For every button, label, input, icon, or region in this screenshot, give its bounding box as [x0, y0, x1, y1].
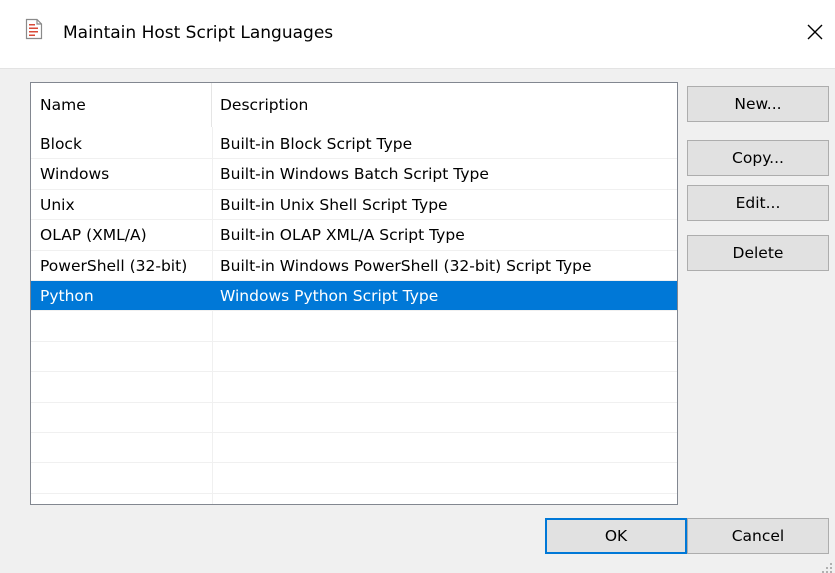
list-row-selected[interactable]: Python Windows Python Script Type [31, 280, 677, 312]
row-description: Built-in Unix Shell Script Type [220, 195, 448, 214]
script-document-icon [25, 18, 43, 40]
resize-grip-icon[interactable] [821, 559, 833, 573]
empty-row [31, 342, 677, 373]
list-row[interactable]: Unix Built-in Unix Shell Script Type [31, 190, 677, 221]
empty-row [31, 463, 677, 494]
list-row[interactable]: Windows Built-in Windows Batch Script Ty… [31, 159, 677, 190]
row-name: Python [40, 286, 94, 305]
row-description: Built-in OLAP XML/A Script Type [220, 226, 465, 245]
script-languages-list[interactable]: Name Description Block Built-in Block Sc… [30, 82, 678, 505]
row-description: Built-in Windows PowerShell (32-bit) Scr… [220, 256, 592, 275]
new-button[interactable]: New... [687, 86, 829, 122]
row-description: Built-in Windows Batch Script Type [220, 165, 489, 184]
row-name: PowerShell (32-bit) [40, 256, 188, 275]
row-name: OLAP (XML/A) [40, 226, 147, 245]
cancel-button[interactable]: Cancel [687, 518, 829, 554]
title-bar: Maintain Host Script Languages [0, 0, 835, 69]
list-row[interactable]: Block Built-in Block Script Type [31, 129, 677, 160]
row-name: Windows [40, 165, 110, 184]
list-rows: Block Built-in Block Script Type Windows… [31, 129, 677, 494]
edit-button[interactable]: Edit... [687, 185, 829, 221]
row-name: Block [40, 135, 82, 153]
close-button[interactable] [797, 14, 833, 50]
row-description: Windows Python Script Type [220, 286, 439, 305]
column-header-description[interactable]: Description [213, 83, 677, 127]
list-row[interactable]: PowerShell (32-bit) Built-in Windows Pow… [31, 251, 677, 281]
row-description: Built-in Block Script Type [220, 135, 413, 153]
close-icon [807, 24, 823, 40]
window-title: Maintain Host Script Languages [63, 23, 334, 43]
list-header: Name Description [31, 83, 677, 127]
empty-row [31, 311, 677, 342]
empty-row [31, 433, 677, 464]
row-name: Unix [40, 195, 75, 214]
delete-button[interactable]: Delete [687, 235, 829, 271]
ok-button[interactable]: OK [545, 518, 687, 554]
maintain-host-script-languages-dialog: Maintain Host Script Languages Name Desc… [0, 0, 835, 573]
empty-row [31, 403, 677, 433]
copy-button[interactable]: Copy... [687, 140, 829, 176]
list-row[interactable]: OLAP (XML/A) Built-in OLAP XML/A Script … [31, 220, 677, 251]
empty-row [31, 372, 677, 403]
column-header-name[interactable]: Name [31, 83, 212, 127]
